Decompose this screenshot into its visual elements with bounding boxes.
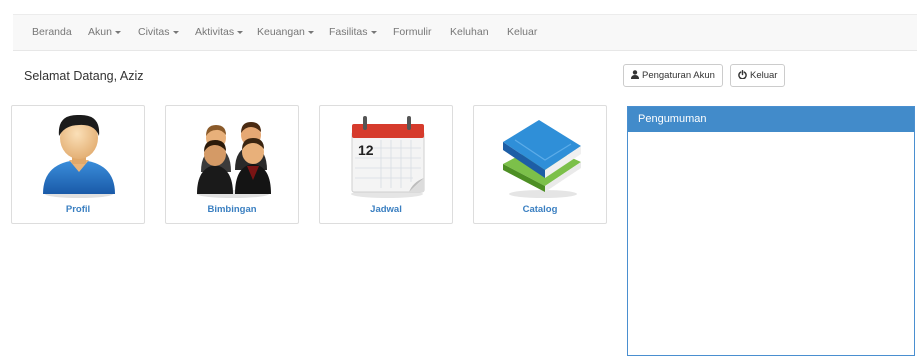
tile-profil[interactable]: Profil [11,105,145,224]
nav-item-label: Keuangan [257,26,305,38]
nav-item-label: Aktivitas [195,26,235,38]
nav-item-beranda[interactable]: Beranda [32,15,72,50]
nav-item-civitas[interactable]: Civitas [138,15,179,50]
nav-item-akun[interactable]: Akun [88,15,121,50]
tile-jadwal[interactable]: 12 Jadwal [319,105,453,224]
nav-item-keluar[interactable]: Keluar [507,15,537,50]
books-icon [503,120,581,198]
nav-item-formulir[interactable]: Formulir [393,15,432,50]
tile-label: Catalog [522,204,558,215]
nav-item-label: Formulir [393,26,432,38]
caret-down-icon [370,30,377,34]
caret-down-icon [307,30,314,34]
user-profile-icon [43,114,115,198]
tile-catalog[interactable]: Catalog [473,105,607,224]
welcome-text: Selamat Datang, Aziz [24,69,144,83]
caret-down-icon [237,30,244,34]
account-settings-button[interactable]: Pengaturan Akun [623,64,723,87]
calendar-icon: 12 [351,116,425,198]
logout-label: Keluar [750,70,778,81]
power-icon [738,70,747,80]
caret-down-icon [172,30,179,34]
nav-item-label: Keluhan [450,26,489,38]
user-icon [631,70,639,79]
nav-item-label: Beranda [32,26,72,38]
announcements-title: Pengumuman [628,107,914,132]
account-settings-label: Pengaturan Akun [642,70,715,81]
nav-item-keluhan[interactable]: Keluhan [450,15,489,50]
nav-item-label: Keluar [507,26,538,38]
calendar-day-number: 12 [358,142,374,158]
announcements-panel: Pengumuman [627,106,915,356]
nav-item-label: Fasilitas [329,26,368,38]
nav-item-keuangan[interactable]: Keuangan [257,15,314,50]
nav-item-fasilitas[interactable]: Fasilitas [329,15,377,50]
nav-item-aktivitas[interactable]: Aktivitas [195,15,244,50]
tile-label: Jadwal [370,204,402,215]
tile-label: Bimbingan [207,204,257,215]
group-people-icon [197,122,271,198]
nav-item-label: Akun [88,26,112,38]
caret-down-icon [114,30,121,34]
nav-item-label: Civitas [138,26,170,38]
top-navbar: Beranda Akun Civitas Aktivitas Keuangan … [13,14,917,51]
tile-label: Profil [65,204,91,215]
logout-button[interactable]: Keluar [730,64,786,87]
tile-bimbingan[interactable]: Bimbingan [165,105,299,224]
